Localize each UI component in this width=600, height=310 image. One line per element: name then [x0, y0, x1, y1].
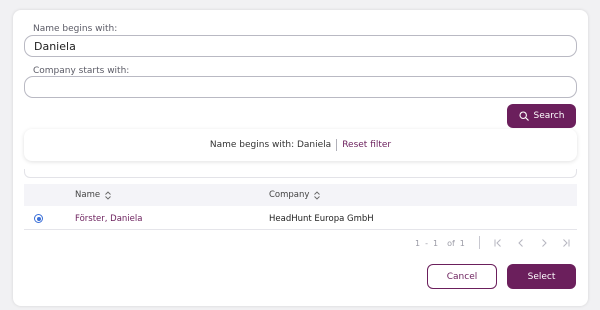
active-filter-text: Name begins with: Daniela — [209, 140, 332, 150]
row-name-link[interactable]: Förster, Daniela — [75, 208, 142, 230]
active-filter-bar: Name begins with: Daniela Reset filter — [24, 129, 577, 161]
company-input[interactable] — [24, 76, 577, 98]
table-header: Name Company — [24, 184, 577, 206]
name-field-label: Name begins with: — [33, 24, 118, 34]
pagination-range-end: 1 — [432, 238, 439, 248]
sort-icon — [314, 190, 321, 200]
row-select-radio[interactable] — [34, 214, 43, 223]
name-input[interactable] — [24, 35, 577, 57]
filter-divider — [336, 139, 338, 151]
table-row[interactable]: Förster, Daniela HeadHunt Europa GmbH — [24, 208, 577, 230]
row-company: HeadHunt Europa GmbH — [269, 214, 374, 224]
pagination-total: 1 — [459, 238, 465, 248]
prev-page-icon[interactable] — [515, 237, 527, 249]
company-field-label: Company starts with: — [33, 66, 130, 76]
pagination-range-start: 1 — [415, 238, 421, 248]
pagination-range-dash: - — [425, 238, 428, 248]
cancel-button[interactable]: Cancel — [427, 264, 497, 289]
picker-dialog: Name begins with: Company starts with: S… — [13, 10, 588, 306]
table-toolbar — [24, 169, 577, 178]
pagination-range: 1 - 1 of 1 — [415, 237, 465, 249]
select-button[interactable]: Select — [507, 264, 576, 289]
search-button[interactable]: Search — [507, 104, 576, 128]
column-header-company-label: Company — [269, 190, 310, 200]
search-icon — [518, 111, 529, 121]
next-page-icon[interactable] — [538, 237, 550, 249]
reset-filter-link[interactable]: Reset filter — [342, 140, 391, 150]
last-page-icon[interactable] — [560, 237, 572, 249]
pagination-of-label: of — [447, 238, 455, 248]
search-button-label: Search — [533, 111, 565, 121]
pagination-divider — [479, 236, 480, 249]
column-header-company[interactable]: Company — [269, 184, 321, 206]
first-page-icon[interactable] — [492, 237, 504, 249]
sort-icon — [105, 190, 111, 200]
column-header-name-label: Name — [75, 190, 101, 200]
column-header-name[interactable]: Name — [75, 184, 112, 206]
